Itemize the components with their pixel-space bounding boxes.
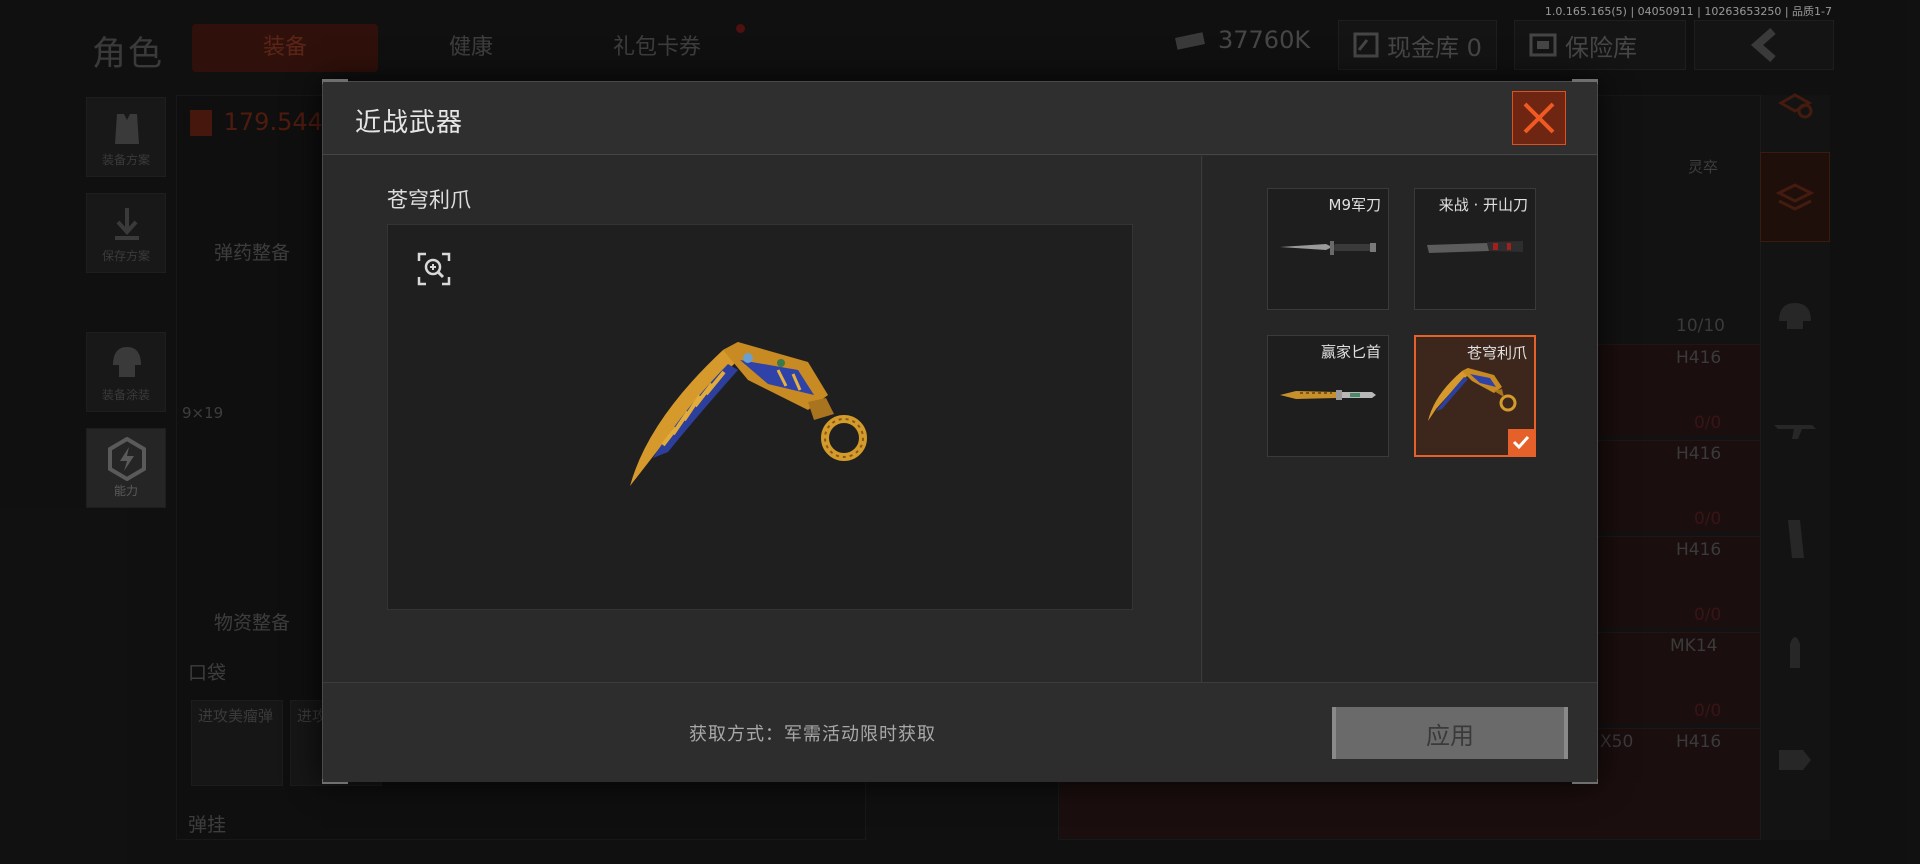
dialog-footer: 获取方式：军需活动限时获取 应用 [323,682,1597,782]
dialog-header: 近战武器 [323,82,1597,155]
selected-check-badge [1508,429,1534,455]
dialog-title: 近战武器 [355,108,464,138]
karambit-knife-image [630,342,867,486]
close-button[interactable] [1512,91,1566,145]
dagger-image [1280,390,1376,400]
machete-image [1427,241,1523,253]
zoom-in-icon [417,252,451,286]
preview-section: 苍穹利爪 [323,156,1202,682]
skin-card-label: 来战 · 开山刀 [1438,196,1528,214]
skin-list: M9军刀 来战 · 开山刀 赢家匕首 苍穹利爪 [1203,156,1597,682]
apply-button[interactable]: 应用 [1332,707,1568,759]
zoom-button[interactable] [417,252,451,286]
skin-card-label: 苍穹利爪 [1466,344,1527,362]
bayonet-knife-image [1280,241,1376,255]
close-icon [1523,102,1555,134]
skin-card-machete[interactable]: 来战 · 开山刀 [1414,188,1536,310]
skin-card-sky-claw[interactable]: 苍穹利爪 [1414,335,1536,457]
skin-card-label: M9军刀 [1328,196,1382,214]
selected-item-name: 苍穹利爪 [387,188,471,212]
melee-weapon-dialog: 近战武器 苍穹利爪 M9军刀 来战 · 开山刀 赢家匕首 苍穹利爪 获取方式：军… [322,79,1598,784]
skin-card-label: 赢家匕首 [1320,343,1381,361]
skin-card-m9-bayonet[interactable]: M9军刀 [1267,188,1389,310]
skin-card-winner-dagger[interactable]: 赢家匕首 [1267,335,1389,457]
karambit-thumbnail-image [1428,368,1517,421]
obtain-method-text: 获取方式：军需活动限时获取 [689,724,936,745]
item-preview-box [387,224,1133,610]
checkmark-icon [1512,435,1530,449]
